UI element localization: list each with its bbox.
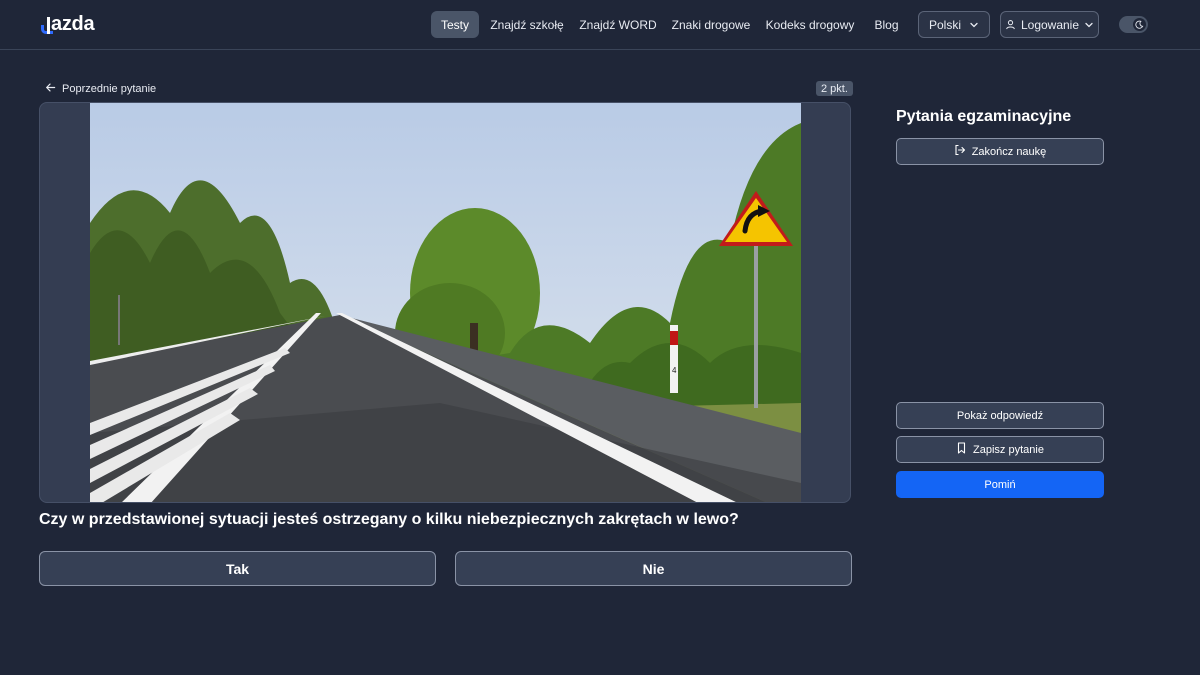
nav-find-school[interactable]: Znajdź szkołę — [486, 11, 568, 38]
bookmark-icon — [956, 442, 967, 457]
logo-text: azda — [51, 12, 95, 35]
question-text: Czy w przedstawionej sytuacji jesteś ost… — [39, 511, 739, 528]
nav-traffic-code[interactable]: Kodeks drogowy — [765, 11, 855, 38]
moon-icon — [1133, 18, 1146, 31]
save-question-button[interactable]: Zapisz pytanie — [896, 436, 1104, 463]
arrow-left-icon — [45, 82, 56, 96]
end-learning-button[interactable]: Zakończ naukę — [896, 138, 1104, 165]
theme-toggle[interactable] — [1119, 16, 1148, 33]
answer-no-button[interactable]: Nie — [455, 551, 852, 586]
road-photo: 4 — [90, 103, 801, 502]
top-navbar: azda Testy Znajdź szkołę Znajdź WORD Zna… — [0, 0, 1200, 50]
user-icon — [1005, 19, 1016, 30]
chevron-down-icon — [969, 20, 979, 30]
show-answer-button[interactable]: Pokaż odpowiedź — [896, 402, 1104, 429]
previous-question-link[interactable]: Poprzednie pytanie — [45, 80, 156, 97]
logout-icon — [954, 144, 966, 159]
skip-button[interactable]: Pomiń — [896, 471, 1104, 498]
language-select[interactable]: Polski — [918, 11, 990, 38]
question-image-frame: 4 — [39, 102, 851, 503]
nav-find-word[interactable]: Znajdź WORD — [578, 11, 658, 38]
sidebar-title: Pytania egzaminacyjne — [896, 108, 1072, 125]
chevron-down-icon — [1084, 20, 1094, 30]
logo-mark-icon — [41, 16, 53, 34]
answer-yes-button[interactable]: Tak — [39, 551, 436, 586]
nav-blog[interactable]: Blog — [868, 11, 905, 38]
nav-testy[interactable]: Testy — [431, 11, 479, 38]
nav-road-signs[interactable]: Znaki drogowe — [670, 11, 752, 38]
logo[interactable]: azda — [41, 12, 95, 36]
marker-post-number: 4 — [672, 366, 677, 375]
login-button[interactable]: Logowanie — [1000, 11, 1099, 38]
points-badge: 2 pkt. — [816, 81, 853, 96]
